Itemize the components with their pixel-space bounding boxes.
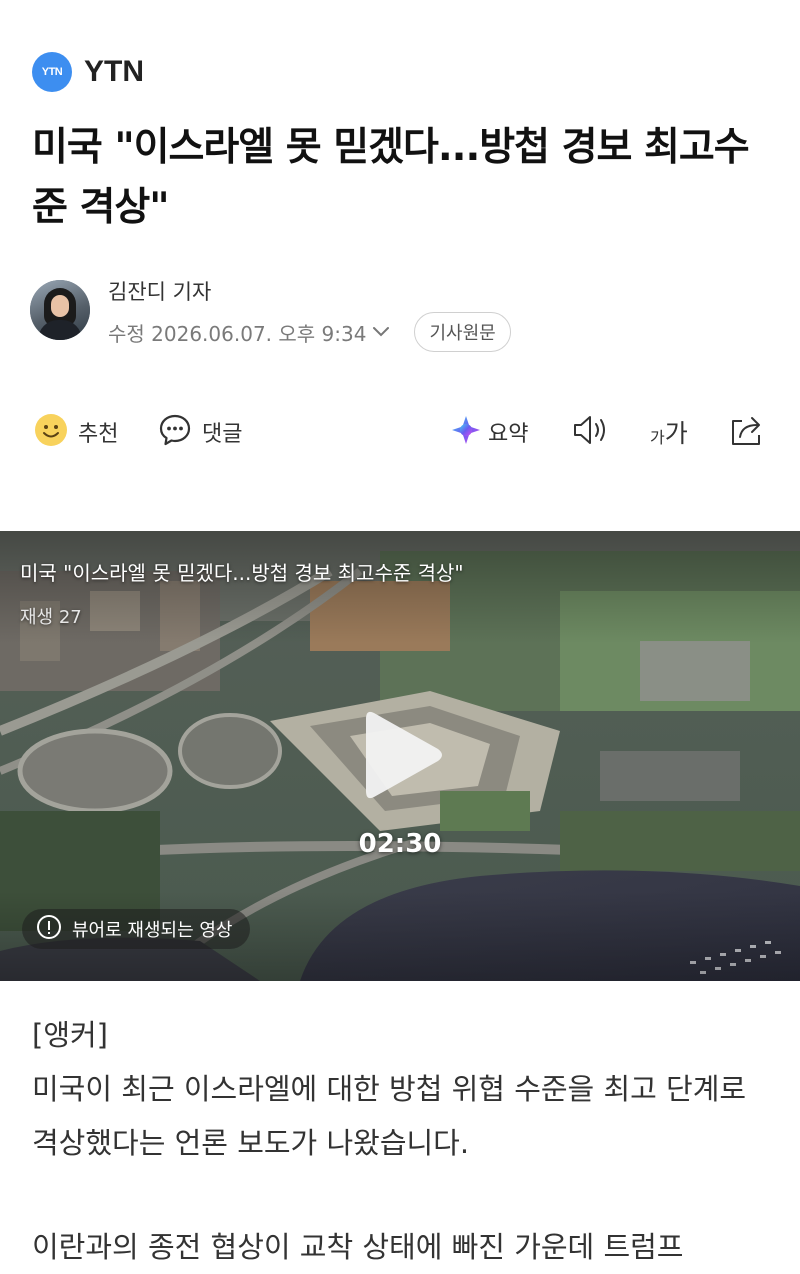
comment-icon [158, 413, 192, 451]
press-name[interactable]: YTN [84, 55, 144, 89]
recommend-button[interactable]: 추천 [34, 408, 118, 456]
share-button[interactable] [728, 408, 766, 456]
original-article-button[interactable]: 기사원문 [414, 312, 511, 352]
reporter-name[interactable]: 김잔디 기자 [108, 278, 511, 306]
smile-icon [34, 413, 68, 451]
share-icon [728, 413, 766, 451]
comment-button[interactable]: 댓글 [158, 408, 242, 456]
viewer-notice[interactable]: 뷰어로 재생되는 영상 [22, 909, 251, 949]
ai-summary-icon [450, 414, 482, 450]
reporter-avatar[interactable] [30, 280, 90, 340]
article-paragraph: 이란과의 종전 협상이 교착 상태에 빠진 가운데 트럼프 [32, 1230, 684, 1264]
summary-button[interactable]: 요약 [450, 408, 528, 456]
modified-date: 수정 2026.06.07. 오후 9:34 [108, 321, 367, 346]
article-paragraph: 미국이 최근 이스라엘에 대한 방첩 위협 수준을 최고 단계로 격상했다는 언… [32, 1072, 747, 1160]
comment-label: 댓글 [202, 422, 243, 447]
article-headline: 미국 "이스라엘 못 믿겠다...방첩 경보 최고수준 격상" [32, 125, 750, 230]
summary-label: 요약 [488, 422, 529, 447]
press-header[interactable]: YTN YTN [32, 52, 144, 92]
article-tag: [앵커] [32, 1018, 108, 1052]
video-player[interactable]: 미국 "이스라엘 못 믿겠다...방첩 경보 최고수준 격상" 재생 27 02… [0, 531, 800, 981]
font-size-small-glyph: 가 [650, 428, 665, 447]
viewer-notice-text: 뷰어로 재생되는 영상 [72, 920, 233, 941]
video-duration: 02:30 [358, 829, 442, 859]
chevron-down-icon[interactable] [372, 322, 392, 342]
recommend-label: 추천 [78, 422, 119, 447]
font-size-button[interactable]: 가 가 [650, 408, 688, 456]
reporter-info: 김잔디 기자 수정 2026.06.07. 오후 9:34 기사원문 [30, 280, 511, 352]
ytn-logo: YTN [32, 52, 72, 92]
article-body: [앵커] 미국이 최근 이스라엘에 대한 방첩 위협 수준을 최고 단계로 격상… [32, 1008, 772, 1274]
info-icon [36, 914, 62, 945]
play-icon[interactable] [360, 705, 446, 805]
video-title: 미국 "이스라엘 못 믿겠다...방첩 경보 최고수준 격상" [20, 561, 464, 585]
speaker-icon [572, 413, 612, 451]
video-play-count: 재생 27 [20, 607, 82, 628]
action-bar: 추천 댓글 요약 가 가 [0, 408, 800, 456]
font-size-large-glyph: 가 [664, 419, 688, 448]
text-to-speech-button[interactable] [572, 408, 612, 456]
